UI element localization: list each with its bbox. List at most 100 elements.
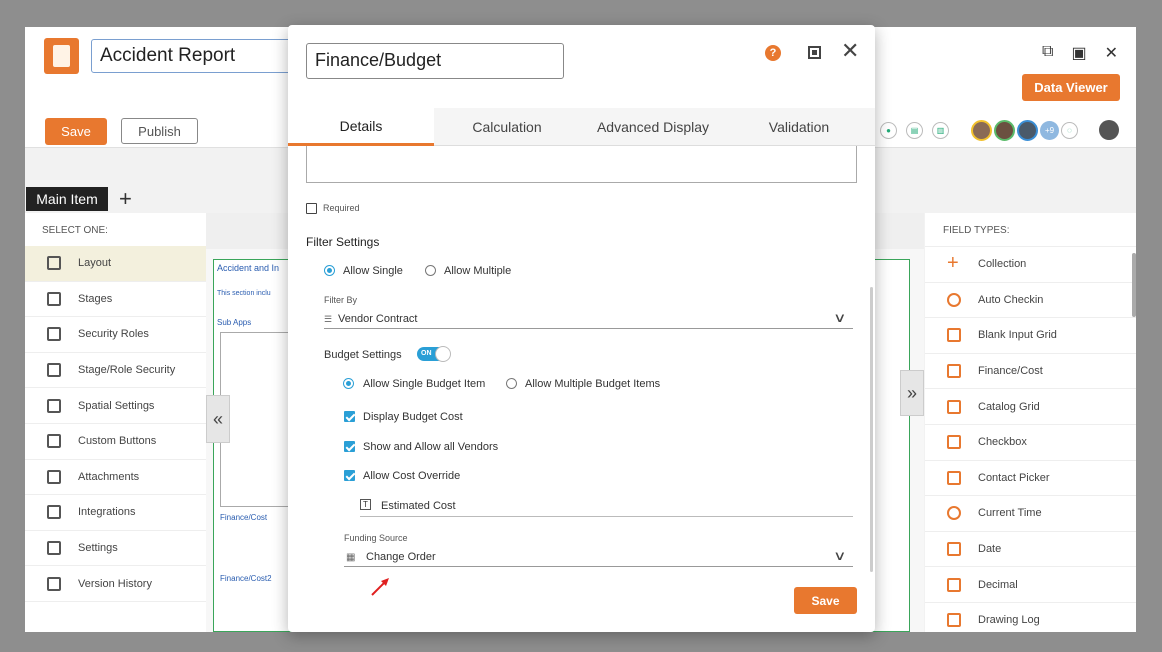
sidebar-item-custom-buttons[interactable]: Custom Buttons [25,424,206,460]
field-type-label: Current Time [978,507,1042,520]
field-type-label: Decimal [978,578,1018,591]
allow-single-budget-radio[interactable] [343,378,354,389]
budget-settings-toggle[interactable]: ON [417,346,451,362]
export-icon[interactable]: ▤ [906,122,923,139]
allow-multiple-radio[interactable] [425,265,436,276]
field-name-input[interactable]: Finance/Budget [306,43,564,79]
funding-source-select[interactable]: ▦ Change Order ∨ [344,548,853,567]
field-type-label: Catalog Grid [978,400,1040,413]
drawing-icon [947,613,961,628]
filter-settings-title: Filter Settings [306,235,380,249]
sidebar-item-integrations[interactable]: Integrations [25,495,206,531]
sidebar-item-attachments[interactable]: Attachments [25,460,206,496]
toolbar-icons: ● ▤ ▥ [880,122,949,139]
field-type-drawing-log[interactable]: Drawing Log [925,603,1136,632]
sidebar-item-label: Stage/Role Security [78,364,176,377]
sliders-icon: ☰ [324,314,333,324]
contact-icon [947,470,961,485]
tab-details[interactable]: Details [288,108,434,146]
sidebar-item-label: Attachments [78,470,140,483]
form-title-input[interactable]: Accident Report [91,39,311,73]
field-settings-modal: Finance/Budget ? ✕ Details Calculation A… [288,25,875,632]
field-types-scrollbar[interactable] [1132,253,1136,317]
more-avatars-badge[interactable]: +9 [1040,121,1059,140]
filter-icon[interactable]: ▥ [932,122,949,139]
avatar[interactable] [1017,120,1038,141]
sidebar-item-security-roles[interactable]: Security Roles [25,317,206,353]
avatar[interactable] [994,120,1015,141]
sidebar-item-stages[interactable]: Stages [25,282,206,318]
field-type-date[interactable]: Date [925,532,1136,568]
publish-button[interactable]: Publish [121,118,198,144]
checkbox-icon [947,435,961,450]
description-textarea[interactable] [306,146,857,183]
fullscreen-icon[interactable] [808,46,821,59]
modal-scrollbar[interactable] [870,287,873,572]
store-icon: ▦ [346,552,356,563]
allow-single-radio[interactable] [324,265,335,276]
paperclip-icon [47,469,61,484]
finance-cost2-field-label: Finance/Cost2 [220,574,272,583]
subapps-grid[interactable] [220,332,290,507]
sidebar-item-label: Stages [78,292,113,305]
field-type-blank-input-grid[interactable]: Blank Input Grid [925,318,1136,354]
sidebar-item-settings[interactable]: Settings [25,531,206,567]
budget-settings-label: Budget Settings [324,349,402,361]
collapse-right-panel-button[interactable]: » [900,370,924,416]
field-type-catalog-grid[interactable]: Catalog Grid [925,389,1136,425]
tab-calculation[interactable]: Calculation [434,108,580,146]
sidebar-item-label: Security Roles [78,328,149,341]
plus-icon: + [947,252,959,275]
sidebar-item-label: Spatial Settings [78,399,155,412]
allow-cost-override-checkbox[interactable] [344,470,355,481]
field-type-current-time[interactable]: Current Time [925,496,1136,532]
field-type-collection[interactable]: + Collection [925,247,1136,283]
filter-by-label: Filter By [324,295,358,305]
field-types-panel: FIELD TYPES: + Collection Auto Checkin Bl… [925,213,1136,632]
show-all-vendors-checkbox[interactable] [344,441,355,452]
sidebar-item-label: Layout [78,257,112,270]
allow-cost-override-label: Allow Cost Override [363,470,461,482]
allow-multiple-budget-label: Allow Multiple Budget Items [525,378,661,390]
field-type-finance-cost[interactable]: Finance/Cost [925,354,1136,390]
collapse-left-panel-button[interactable]: « [206,395,230,443]
sidebar-item-stage-role-security[interactable]: Stage/Role Security [25,353,206,389]
maximize-icon[interactable]: ▣ [1071,43,1086,63]
dollar-doc-icon [947,364,961,379]
current-user-avatar[interactable] [1099,120,1119,140]
field-type-label: Checkbox [978,436,1027,449]
close-icon[interactable]: ✕ [841,40,859,62]
left-settings-panel: SELECT ONE: Layout Stages Security Roles… [25,213,206,632]
modal-body: Required Filter Settings Allow Single Al… [288,146,875,586]
tab-advanced-display[interactable]: Advanced Display [580,108,726,146]
display-budget-cost-checkbox[interactable] [344,411,355,422]
close-window-icon[interactable]: ✕ [1105,43,1118,63]
required-checkbox[interactable] [306,203,317,214]
field-type-decimal[interactable]: Decimal [925,567,1136,603]
filter-by-select[interactable]: ☰ Vendor Contract ∨ [324,310,853,329]
avatar[interactable] [971,120,992,141]
chevron-down-icon: ∨ [833,310,847,325]
allow-multiple-budget-radio[interactable] [506,378,517,389]
data-viewer-button[interactable]: Data Viewer [1022,74,1120,101]
tab-main-item[interactable]: Main Item [26,187,108,211]
clock-icon [947,506,961,521]
open-external-icon[interactable]: ⧉ [1042,43,1053,63]
chat-icon[interactable]: ◌ [1061,122,1078,139]
field-type-auto-checkin[interactable]: Auto Checkin [925,283,1136,319]
share-icon[interactable]: ● [880,122,897,139]
add-tab-icon[interactable]: + [119,186,132,212]
crosshair-icon [947,292,961,307]
form-save-button[interactable]: Save [45,118,107,145]
field-type-checkbox[interactable]: Checkbox [925,425,1136,461]
help-icon[interactable]: ? [765,45,781,61]
sidebar-item-version-history[interactable]: Version History [25,566,206,602]
modal-save-button[interactable]: Save [794,587,857,614]
catalog-icon [947,399,961,414]
tab-validation[interactable]: Validation [726,108,872,146]
sidebar-item-layout[interactable]: Layout [25,246,206,282]
allow-single-label: Allow Single [343,265,403,277]
sidebar-item-spatial-settings[interactable]: Spatial Settings [25,388,206,424]
estimated-cost-field[interactable]: T Estimated Cost [360,497,853,517]
field-type-contact-picker[interactable]: Contact Picker [925,461,1136,497]
